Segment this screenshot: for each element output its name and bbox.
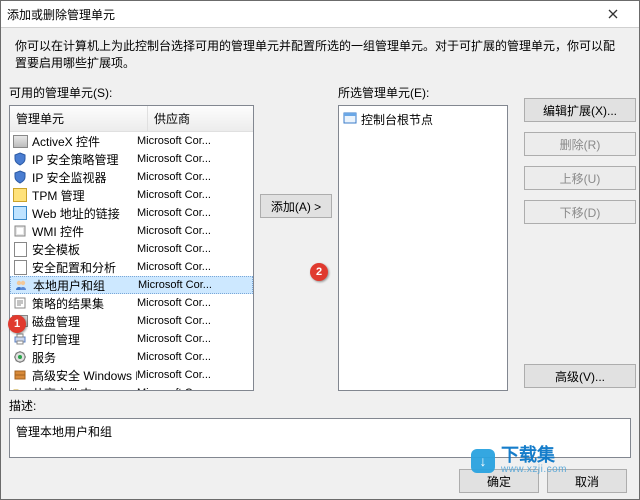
item-name: Web 地址的链接 <box>32 205 137 222</box>
available-list-body[interactable]: ActiveX 控件Microsoft Cor...IP 安全策略管理Micro… <box>10 132 253 391</box>
item-vendor: Microsoft Cor... <box>137 171 251 183</box>
selected-tree[interactable]: 控制台根节点 <box>338 105 508 391</box>
dialog-title: 添加或删除管理单元 <box>7 6 115 23</box>
item-name: ActiveX 控件 <box>32 133 137 150</box>
list-item[interactable]: 磁盘管理Microsoft Cor... <box>10 312 253 330</box>
users-icon <box>13 277 29 293</box>
description-label: 描述: <box>9 397 631 414</box>
remove-button: 删除(R) <box>524 132 636 156</box>
item-vendor: Microsoft Cor... <box>137 315 251 327</box>
close-button[interactable] <box>593 4 633 24</box>
annotation-badge-1: 1 <box>8 315 26 333</box>
list-item[interactable]: 服务Microsoft Cor... <box>10 348 253 366</box>
item-name: 服务 <box>32 349 137 366</box>
add-button[interactable]: 添加(A) > <box>260 194 332 218</box>
list-item[interactable]: IP 安全策略管理Microsoft Cor... <box>10 150 253 168</box>
list-item[interactable]: 共享文件夹Microsoft Cor... <box>10 384 253 391</box>
col-snapin[interactable]: 管理单元 <box>10 106 148 131</box>
console-root-icon <box>343 111 357 128</box>
item-vendor: Microsoft Cor... <box>138 279 250 291</box>
item-name: IP 安全监视器 <box>32 169 137 186</box>
item-vendor: Microsoft Cor... <box>137 387 251 391</box>
item-vendor: Microsoft Cor... <box>137 207 251 219</box>
item-name: 安全配置和分析 <box>32 259 137 276</box>
item-name: TPM 管理 <box>32 187 137 204</box>
item-name: 本地用户和组 <box>33 277 138 294</box>
item-vendor: Microsoft Cor... <box>137 225 251 237</box>
item-name: 打印管理 <box>32 331 137 348</box>
def-icon <box>12 367 28 383</box>
printer-icon <box>12 331 28 347</box>
item-vendor: Microsoft Cor... <box>137 189 251 201</box>
list-item[interactable]: TPM 管理Microsoft Cor... <box>10 186 253 204</box>
move-down-button: 下移(D) <box>524 200 636 224</box>
item-name: 磁盘管理 <box>32 313 137 330</box>
list-item[interactable]: Web 地址的链接Microsoft Cor... <box>10 204 253 222</box>
snapin-dialog: 添加或删除管理单元 你可以在计算机上为此控制台选择可用的管理单元并配置所选的一组… <box>0 0 640 500</box>
services-icon <box>12 349 28 365</box>
list-item[interactable]: 本地用户和组Microsoft Cor... <box>10 276 253 294</box>
list-item[interactable]: 打印管理Microsoft Cor... <box>10 330 253 348</box>
watermark: ↓ 下载集 www.xzji.com <box>471 446 567 475</box>
list-item[interactable]: IP 安全监视器Microsoft Cor... <box>10 168 253 186</box>
item-name: WMI 控件 <box>32 223 137 240</box>
analysis-icon <box>12 259 28 275</box>
item-vendor: Microsoft Cor... <box>137 135 251 147</box>
actions-column: 编辑扩展(X)... 删除(R) 上移(U) 下移(D) 高级(V)... <box>514 84 640 388</box>
list-item[interactable]: 安全配置和分析Microsoft Cor... <box>10 258 253 276</box>
available-column: 可用的管理单元(S): 管理单元 供应商 ActiveX 控件Microsoft… <box>9 84 254 391</box>
close-icon <box>608 9 618 19</box>
main-content: 可用的管理单元(S): 管理单元 供应商 ActiveX 控件Microsoft… <box>1 76 639 391</box>
watermark-name: 下载集 <box>501 446 567 464</box>
item-name: 策略的结果集 <box>32 295 137 312</box>
item-vendor: Microsoft Cor... <box>137 333 251 345</box>
available-list[interactable]: 管理单元 供应商 ActiveX 控件Microsoft Cor...IP 安全… <box>9 105 254 391</box>
bottom-bar: ↓ 下载集 www.xzji.com 确定 取消 <box>13 469 627 493</box>
list-item[interactable]: 高级安全 Windows De...Microsoft Cor... <box>10 366 253 384</box>
selected-column: 所选管理单元(E): 控制台根节点 <box>338 84 508 391</box>
item-vendor: Microsoft Cor... <box>137 369 251 381</box>
middle-column: 添加(A) > <box>260 84 332 218</box>
web-icon <box>12 205 28 221</box>
col-vendor[interactable]: 供应商 <box>148 106 253 131</box>
title-bar[interactable]: 添加或删除管理单元 <box>1 1 639 28</box>
tpm-icon <box>12 187 28 203</box>
tree-root-item[interactable]: 控制台根节点 <box>343 110 503 128</box>
item-vendor: Microsoft Cor... <box>137 243 251 255</box>
available-label: 可用的管理单元(S): <box>9 84 254 101</box>
tree-root-label: 控制台根节点 <box>361 111 433 128</box>
edit-extensions-button[interactable]: 编辑扩展(X)... <box>524 98 636 122</box>
item-vendor: Microsoft Cor... <box>137 297 251 309</box>
available-columns-header[interactable]: 管理单元 供应商 <box>10 106 253 132</box>
shield-icon <box>12 169 28 185</box>
item-name: IP 安全策略管理 <box>32 151 137 168</box>
move-up-button: 上移(U) <box>524 166 636 190</box>
intro-text: 你可以在计算机上为此控制台选择可用的管理单元并配置所选的一组管理单元。对于可扩展… <box>1 28 639 76</box>
policy-icon <box>12 295 28 311</box>
list-item[interactable]: 策略的结果集Microsoft Cor... <box>10 294 253 312</box>
tmpl-icon <box>12 241 28 257</box>
list-item[interactable]: 安全模板Microsoft Cor... <box>10 240 253 258</box>
item-vendor: Microsoft Cor... <box>137 153 251 165</box>
item-vendor: Microsoft Cor... <box>137 351 251 363</box>
list-item[interactable]: ActiveX 控件Microsoft Cor... <box>10 132 253 150</box>
annotation-badge-2: 2 <box>310 263 328 281</box>
selected-label: 所选管理单元(E): <box>338 84 508 101</box>
item-name: 安全模板 <box>32 241 137 258</box>
item-name: 高级安全 Windows De... <box>32 367 137 384</box>
folder-icon <box>12 385 28 391</box>
shield-icon <box>12 151 28 167</box>
advanced-button[interactable]: 高级(V)... <box>524 364 636 388</box>
activex-icon <box>12 133 28 149</box>
item-name: 共享文件夹 <box>32 385 137 392</box>
wmi-icon <box>12 223 28 239</box>
watermark-url: www.xzji.com <box>501 464 567 475</box>
watermark-icon: ↓ <box>471 449 495 473</box>
list-item[interactable]: WMI 控件Microsoft Cor... <box>10 222 253 240</box>
item-vendor: Microsoft Cor... <box>137 261 251 273</box>
